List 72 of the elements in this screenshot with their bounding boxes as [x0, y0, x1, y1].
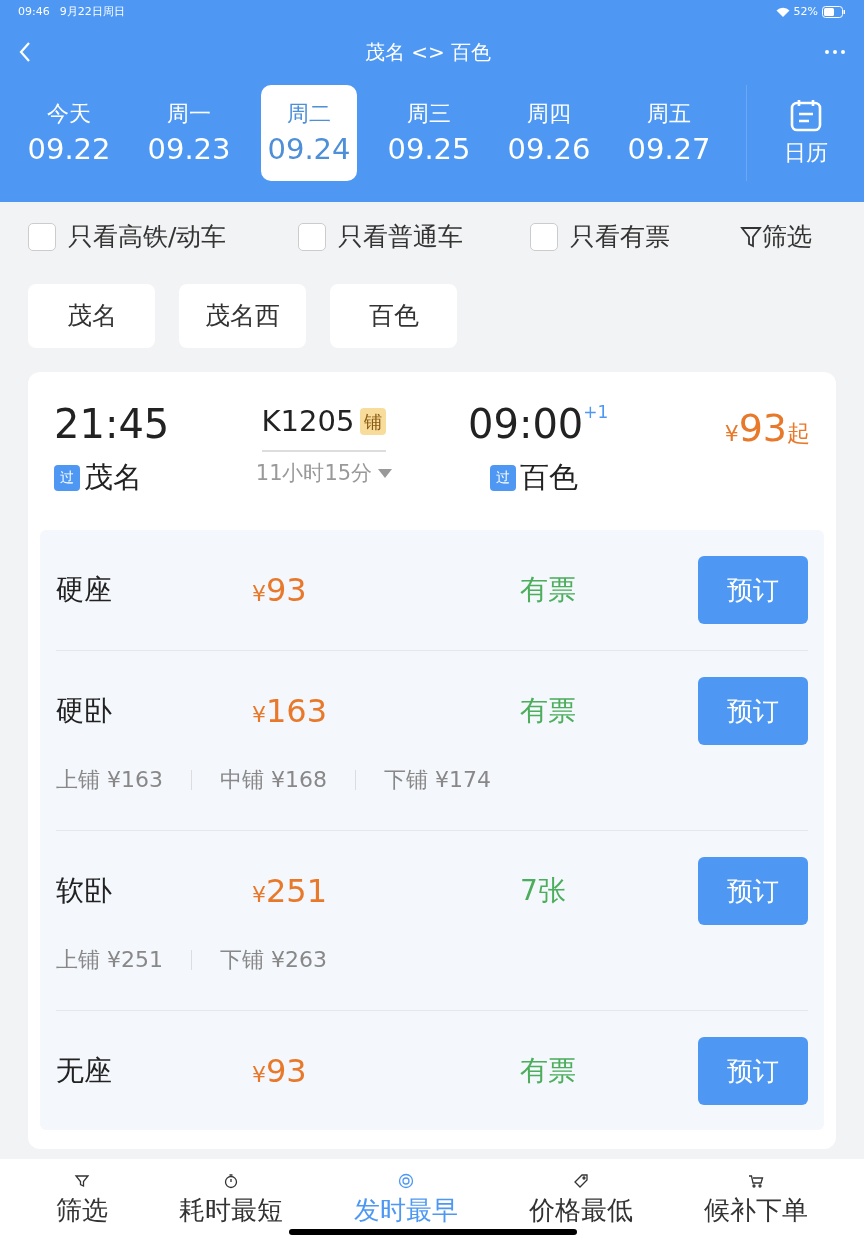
cart-icon [748, 1172, 765, 1189]
book-button[interactable]: 预订 [698, 857, 808, 925]
berth-price: 下铺 ¥263 [220, 946, 327, 974]
seat-type: 硬座 [56, 572, 113, 608]
filter-checkbox[interactable]: 只看普通车 [298, 218, 530, 256]
more-icon[interactable] [824, 48, 846, 55]
station-chip[interactable]: 百色 [330, 284, 457, 348]
filter-checkbox[interactable]: 只看有票 [530, 218, 740, 256]
status-time: 09:46 [18, 3, 50, 20]
sort-tab[interactable]: 候补下单 [704, 1172, 809, 1230]
seat-price: ¥163 [252, 691, 329, 732]
availability: 7张 [520, 873, 566, 909]
date-tab[interactable]: 周五 09.27 [621, 85, 717, 181]
calendar-button[interactable]: 日历 [783, 97, 828, 169]
currency-sign: ¥ [724, 420, 739, 448]
seat-price: ¥251 [252, 871, 329, 912]
price-suffix: 起 [787, 419, 810, 448]
tag-icon [573, 1172, 590, 1189]
route-title: 茂名 <> 百色 [364, 38, 492, 66]
berth-price: 中铺 ¥168 [220, 766, 327, 794]
berth-tag: 铺 [360, 408, 387, 436]
depart-station: 茂名 [84, 459, 142, 496]
filter-icon [740, 225, 762, 249]
lowest-price: 93 [738, 405, 787, 452]
sort-tab[interactable]: 发时最早 [353, 1172, 458, 1230]
book-button[interactable]: 预订 [698, 677, 808, 745]
filter-icon [73, 1172, 90, 1189]
station-chip[interactable]: 茂名 [28, 284, 155, 348]
date-tab[interactable]: 周四 09.26 [501, 85, 597, 181]
checkbox[interactable] [530, 223, 558, 251]
depart-time: 21:45 [54, 400, 171, 448]
availability: 有票 [520, 1053, 576, 1089]
sort-tab[interactable]: 筛选 [55, 1172, 108, 1230]
date-tab[interactable]: 今天 09.22 [21, 85, 117, 181]
back-icon[interactable] [18, 40, 32, 63]
berth-price: 下铺 ¥174 [383, 766, 491, 794]
berth-price: 上铺 ¥163 [56, 766, 163, 794]
date-tab[interactable]: 周二 09.24 [261, 85, 357, 181]
filter-checkbox[interactable]: 只看高铁/动车 [28, 218, 298, 256]
date-tab[interactable]: 周三 09.25 [381, 85, 477, 181]
seat-type: 无座 [56, 1053, 113, 1089]
seat-type: 硬卧 [56, 693, 113, 729]
battery-icon [822, 6, 846, 18]
wifi-icon [775, 6, 790, 18]
pass-badge: 过 [54, 464, 80, 491]
sort-tab[interactable]: 耗时最短 [178, 1172, 283, 1230]
timer-icon [222, 1172, 239, 1189]
sort-tab[interactable]: 价格最低 [529, 1172, 634, 1230]
checkbox[interactable] [28, 223, 56, 251]
pass-badge: 过 [490, 464, 516, 491]
berth-price: 上铺 ¥251 [56, 946, 163, 974]
seat-price: ¥93 [252, 570, 308, 611]
filter-button[interactable]: 筛选 [740, 218, 812, 256]
day-offset: +1 [583, 401, 609, 424]
checkbox[interactable] [298, 223, 326, 251]
clock-icon [397, 1172, 414, 1189]
status-date: 9月22日周日 [59, 3, 125, 20]
train-number: K1205 [261, 403, 355, 440]
seat-type: 软卧 [56, 873, 113, 909]
battery-percent: 52% [793, 3, 818, 20]
availability: 有票 [520, 693, 576, 729]
arrive-station: 百色 [520, 459, 578, 496]
station-chip[interactable]: 茂名西 [179, 284, 306, 348]
duration[interactable]: 11小时15分 [255, 457, 373, 489]
seat-price: ¥93 [252, 1051, 308, 1092]
availability: 有票 [520, 572, 576, 608]
arrive-time: 09:00 [468, 400, 584, 448]
caret-down-icon[interactable] [378, 468, 393, 478]
date-tab[interactable]: 周一 09.23 [141, 85, 237, 181]
calendar-icon [788, 97, 823, 132]
book-button[interactable]: 预订 [698, 556, 808, 624]
book-button[interactable]: 预订 [698, 1037, 808, 1105]
